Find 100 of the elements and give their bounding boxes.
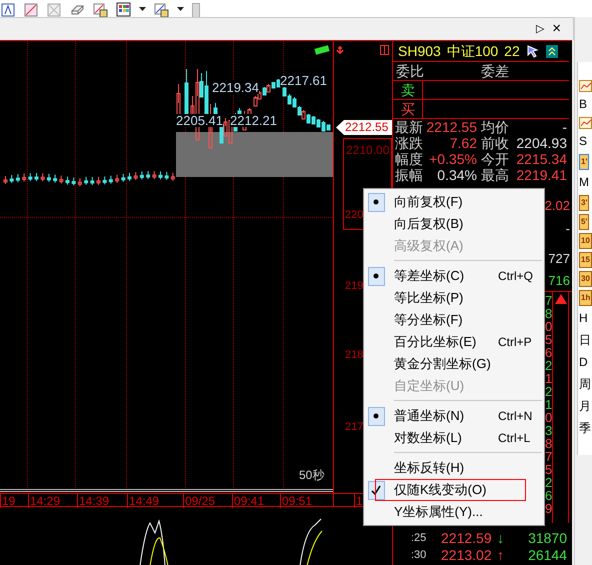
- chart-icon[interactable]: [579, 117, 592, 129]
- stock-name: 中证100: [446, 42, 498, 60]
- trade-time: :25: [410, 531, 428, 546]
- trade-price: 2213.02: [441, 546, 493, 565]
- tick-digit: 3: [545, 424, 552, 437]
- stat-label: 最高: [481, 167, 509, 183]
- candle: [164, 171, 169, 180]
- candle: [134, 172, 138, 181]
- period-button[interactable]: 1h: [579, 290, 592, 306]
- tick-digit: 8: [545, 307, 552, 320]
- sidebar-item[interactable]: M: [579, 173, 592, 192]
- sidebar-item[interactable]: B: [579, 95, 592, 114]
- candle: [96, 176, 100, 186]
- tick-digit: 6: [545, 489, 552, 502]
- time-label: 19: [0, 494, 16, 508]
- menu-item[interactable]: 对数坐标(L) Ctrl+L: [364, 427, 544, 449]
- period-button[interactable]: 3': [579, 195, 590, 211]
- period-button[interactable]: 10: [579, 233, 592, 249]
- period-button[interactable]: 30: [579, 271, 592, 287]
- candle: [84, 176, 88, 186]
- candle: [121, 173, 126, 182]
- stat-value: 2215.34: [515, 151, 567, 167]
- candle: [140, 170, 144, 180]
- sidebar-item[interactable]: 周: [579, 375, 592, 394]
- candle: [102, 176, 107, 185]
- trade-volume: 31870: [527, 529, 568, 548]
- menu-item[interactable]: 普通坐标(N) Ctrl+N: [364, 405, 544, 427]
- price-label: 2217.61: [280, 74, 327, 87]
- stat-value: -: [561, 119, 567, 135]
- time-label: 14:49: [127, 494, 160, 508]
- candle: [158, 170, 162, 180]
- font-icon[interactable]: [1, 2, 16, 16]
- chart-icon[interactable]: [579, 80, 592, 92]
- tick-digit: 7: [545, 450, 552, 463]
- stat-label: 今开: [481, 151, 509, 167]
- candle: [115, 174, 120, 184]
- play-button[interactable]: ▷: [536, 20, 544, 38]
- menu-item[interactable]: 等分坐标(F): [364, 309, 544, 331]
- menu-item[interactable]: Y坐标属性(Y)...: [364, 501, 544, 523]
- stat-value: 7.62: [448, 135, 477, 151]
- trade-time: :30: [410, 548, 428, 564]
- sidebar-item[interactable]: 季: [579, 419, 592, 438]
- price-label: 2212.21: [230, 114, 277, 127]
- stock-code: SH903: [398, 42, 441, 60]
- stat-value: 2204.93: [515, 135, 567, 151]
- layout-icon[interactable]: [154, 2, 169, 16]
- sidebar-item[interactable]: 月: [579, 397, 592, 416]
- menu-item[interactable]: 等比坐标(P): [364, 287, 544, 309]
- candle: [34, 172, 38, 182]
- menu-item[interactable]: 百分比坐标(E) Ctrl+P: [364, 331, 544, 353]
- y-axis-label: 218: [345, 350, 364, 361]
- tick-digit: 2: [545, 476, 552, 489]
- menu-item[interactable]: 向前复权(F): [364, 191, 544, 213]
- sidebar-item[interactable]: S: [579, 132, 592, 151]
- stat-label: 最新: [395, 119, 423, 135]
- menu-item[interactable]: 向后复权(B): [364, 213, 544, 235]
- menu-item[interactable]: 等差坐标(C) Ctrl+Q: [364, 265, 544, 287]
- stat-label: 振幅: [395, 167, 423, 183]
- order-diff-label: 委差: [481, 62, 509, 80]
- candle: [90, 176, 94, 186]
- save-style-icon[interactable]: [93, 2, 108, 16]
- stat-label: 前收: [481, 135, 509, 151]
- time-label: 09/25: [183, 494, 216, 508]
- sidebar-item[interactable]: 日: [579, 331, 592, 350]
- menu-item[interactable]: 仅随K线变动(O): [364, 479, 544, 501]
- menu-item[interactable]: 黄金分割坐标(G): [364, 353, 544, 375]
- expand-icon[interactable]: [546, 44, 558, 58]
- tick-digit: 5: [545, 333, 552, 346]
- caret-icon[interactable]: [177, 7, 184, 11]
- price-label: 2219.34: [212, 81, 259, 94]
- tick-digit: 1: [545, 398, 552, 411]
- candle: [66, 176, 70, 186]
- scroll-up-icon[interactable]: [555, 294, 567, 304]
- chip-icon: [313, 45, 331, 55]
- quote-value: 2.02: [544, 199, 570, 212]
- stat-value: 0.34%: [436, 167, 477, 183]
- candle: [10, 174, 14, 184]
- panel-toggle-icon[interactable]: [380, 45, 389, 55]
- candle: [108, 175, 113, 184]
- caret-icon[interactable]: [139, 7, 146, 11]
- current-price-tag: 2212.55: [336, 120, 392, 135]
- quote-value: 727: [548, 252, 570, 265]
- period-button[interactable]: 5': [579, 214, 590, 230]
- sidebar-item[interactable]: H: [579, 309, 592, 328]
- sidebar-item[interactable]: D: [579, 353, 592, 372]
- stat-value: 2212.55: [425, 119, 477, 135]
- stock-number: 22: [504, 42, 520, 60]
- close-button[interactable]: ×: [552, 18, 561, 40]
- period-button[interactable]: 1': [579, 154, 590, 170]
- tick-digit: 9: [545, 502, 552, 515]
- color-grid-icon[interactable]: [116, 2, 131, 16]
- sell-label: 卖: [393, 81, 423, 99]
- tick-digit: 2: [545, 359, 552, 372]
- candle: [146, 170, 150, 180]
- tick-digit: 5: [545, 463, 552, 476]
- candle: [53, 174, 58, 184]
- period-button[interactable]: 15: [579, 252, 592, 268]
- trade-price: 2212.59: [441, 529, 493, 548]
- menu-item[interactable]: 坐标反转(H): [364, 457, 544, 479]
- line-tool-icon[interactable]: [24, 2, 39, 16]
